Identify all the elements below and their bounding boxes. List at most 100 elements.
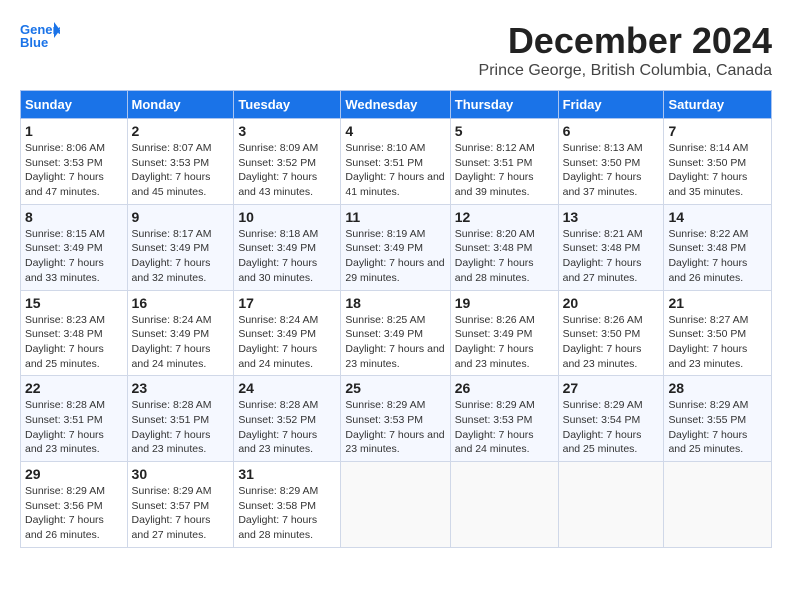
weekday-header-sunday: Sunday <box>21 91 128 119</box>
day-number: 18 <box>345 295 445 311</box>
weekday-header-monday: Monday <box>127 91 234 119</box>
calendar-cell: 20 Sunrise: 8:26 AMSunset: 3:50 PMDaylig… <box>558 290 664 376</box>
day-info: Sunrise: 8:28 AMSunset: 3:51 PMDaylight:… <box>132 399 212 455</box>
day-info: Sunrise: 8:29 AMSunset: 3:58 PMDaylight:… <box>238 485 318 541</box>
logo-icon: General Blue <box>20 20 60 50</box>
calendar-cell: 13 Sunrise: 8:21 AMSunset: 3:48 PMDaylig… <box>558 204 664 290</box>
day-info: Sunrise: 8:29 AMSunset: 3:54 PMDaylight:… <box>563 399 643 455</box>
day-info: Sunrise: 8:29 AMSunset: 3:57 PMDaylight:… <box>132 485 212 541</box>
day-info: Sunrise: 8:13 AMSunset: 3:50 PMDaylight:… <box>563 142 643 198</box>
day-number: 24 <box>238 380 336 396</box>
day-info: Sunrise: 8:25 AMSunset: 3:49 PMDaylight:… <box>345 314 444 370</box>
day-info: Sunrise: 8:22 AMSunset: 3:48 PMDaylight:… <box>668 228 748 284</box>
day-number: 14 <box>668 209 767 225</box>
calendar-cell <box>450 462 558 548</box>
day-number: 6 <box>563 123 660 139</box>
day-info: Sunrise: 8:26 AMSunset: 3:49 PMDaylight:… <box>455 314 535 370</box>
day-number: 17 <box>238 295 336 311</box>
calendar-cell: 28 Sunrise: 8:29 AMSunset: 3:55 PMDaylig… <box>664 376 772 462</box>
day-number: 3 <box>238 123 336 139</box>
day-number: 28 <box>668 380 767 396</box>
day-number: 23 <box>132 380 230 396</box>
calendar-cell: 11 Sunrise: 8:19 AMSunset: 3:49 PMDaylig… <box>341 204 450 290</box>
day-number: 31 <box>238 466 336 482</box>
logo: General Blue <box>20 20 60 50</box>
calendar-cell: 3 Sunrise: 8:09 AMSunset: 3:52 PMDayligh… <box>234 119 341 205</box>
day-number: 26 <box>455 380 554 396</box>
day-number: 1 <box>25 123 123 139</box>
calendar-cell: 16 Sunrise: 8:24 AMSunset: 3:49 PMDaylig… <box>127 290 234 376</box>
day-info: Sunrise: 8:09 AMSunset: 3:52 PMDaylight:… <box>238 142 318 198</box>
page-subtitle: Prince George, British Columbia, Canada <box>479 62 772 80</box>
calendar-cell: 18 Sunrise: 8:25 AMSunset: 3:49 PMDaylig… <box>341 290 450 376</box>
calendar-cell: 29 Sunrise: 8:29 AMSunset: 3:56 PMDaylig… <box>21 462 128 548</box>
calendar-cell: 23 Sunrise: 8:28 AMSunset: 3:51 PMDaylig… <box>127 376 234 462</box>
day-info: Sunrise: 8:24 AMSunset: 3:49 PMDaylight:… <box>238 314 318 370</box>
day-info: Sunrise: 8:29 AMSunset: 3:53 PMDaylight:… <box>345 399 444 455</box>
calendar-cell: 1 Sunrise: 8:06 AMSunset: 3:53 PMDayligh… <box>21 119 128 205</box>
day-info: Sunrise: 8:18 AMSunset: 3:49 PMDaylight:… <box>238 228 318 284</box>
day-number: 13 <box>563 209 660 225</box>
day-number: 8 <box>25 209 123 225</box>
day-info: Sunrise: 8:06 AMSunset: 3:53 PMDaylight:… <box>25 142 105 198</box>
calendar-cell <box>558 462 664 548</box>
header: General Blue December 2024 Prince George… <box>20 20 772 80</box>
calendar-cell: 10 Sunrise: 8:18 AMSunset: 3:49 PMDaylig… <box>234 204 341 290</box>
calendar-cell: 27 Sunrise: 8:29 AMSunset: 3:54 PMDaylig… <box>558 376 664 462</box>
calendar-cell: 15 Sunrise: 8:23 AMSunset: 3:48 PMDaylig… <box>21 290 128 376</box>
calendar-cell <box>664 462 772 548</box>
day-info: Sunrise: 8:19 AMSunset: 3:49 PMDaylight:… <box>345 228 444 284</box>
day-info: Sunrise: 8:29 AMSunset: 3:55 PMDaylight:… <box>668 399 748 455</box>
day-number: 11 <box>345 209 445 225</box>
day-number: 29 <box>25 466 123 482</box>
calendar-cell: 22 Sunrise: 8:28 AMSunset: 3:51 PMDaylig… <box>21 376 128 462</box>
calendar-cell: 5 Sunrise: 8:12 AMSunset: 3:51 PMDayligh… <box>450 119 558 205</box>
title-area: December 2024 Prince George, British Col… <box>479 20 772 80</box>
calendar-cell: 19 Sunrise: 8:26 AMSunset: 3:49 PMDaylig… <box>450 290 558 376</box>
calendar-week-row: 22 Sunrise: 8:28 AMSunset: 3:51 PMDaylig… <box>21 376 772 462</box>
day-info: Sunrise: 8:17 AMSunset: 3:49 PMDaylight:… <box>132 228 212 284</box>
calendar-cell: 12 Sunrise: 8:20 AMSunset: 3:48 PMDaylig… <box>450 204 558 290</box>
calendar-cell: 7 Sunrise: 8:14 AMSunset: 3:50 PMDayligh… <box>664 119 772 205</box>
calendar-cell: 25 Sunrise: 8:29 AMSunset: 3:53 PMDaylig… <box>341 376 450 462</box>
day-info: Sunrise: 8:29 AMSunset: 3:56 PMDaylight:… <box>25 485 105 541</box>
day-number: 4 <box>345 123 445 139</box>
calendar-cell: 4 Sunrise: 8:10 AMSunset: 3:51 PMDayligh… <box>341 119 450 205</box>
day-number: 5 <box>455 123 554 139</box>
day-info: Sunrise: 8:10 AMSunset: 3:51 PMDaylight:… <box>345 142 444 198</box>
calendar-cell: 8 Sunrise: 8:15 AMSunset: 3:49 PMDayligh… <box>21 204 128 290</box>
day-number: 12 <box>455 209 554 225</box>
day-info: Sunrise: 8:27 AMSunset: 3:50 PMDaylight:… <box>668 314 748 370</box>
calendar-cell: 14 Sunrise: 8:22 AMSunset: 3:48 PMDaylig… <box>664 204 772 290</box>
day-number: 15 <box>25 295 123 311</box>
day-info: Sunrise: 8:21 AMSunset: 3:48 PMDaylight:… <box>563 228 643 284</box>
calendar-cell: 31 Sunrise: 8:29 AMSunset: 3:58 PMDaylig… <box>234 462 341 548</box>
day-info: Sunrise: 8:28 AMSunset: 3:51 PMDaylight:… <box>25 399 105 455</box>
day-number: 30 <box>132 466 230 482</box>
day-number: 21 <box>668 295 767 311</box>
calendar-cell: 30 Sunrise: 8:29 AMSunset: 3:57 PMDaylig… <box>127 462 234 548</box>
day-number: 16 <box>132 295 230 311</box>
day-number: 25 <box>345 380 445 396</box>
day-info: Sunrise: 8:20 AMSunset: 3:48 PMDaylight:… <box>455 228 535 284</box>
day-info: Sunrise: 8:26 AMSunset: 3:50 PMDaylight:… <box>563 314 643 370</box>
calendar-cell: 2 Sunrise: 8:07 AMSunset: 3:53 PMDayligh… <box>127 119 234 205</box>
day-info: Sunrise: 8:28 AMSunset: 3:52 PMDaylight:… <box>238 399 318 455</box>
calendar-week-row: 15 Sunrise: 8:23 AMSunset: 3:48 PMDaylig… <box>21 290 772 376</box>
svg-text:Blue: Blue <box>20 35 48 50</box>
weekday-header-wednesday: Wednesday <box>341 91 450 119</box>
day-number: 2 <box>132 123 230 139</box>
calendar-header-row: SundayMondayTuesdayWednesdayThursdayFrid… <box>21 91 772 119</box>
day-info: Sunrise: 8:24 AMSunset: 3:49 PMDaylight:… <box>132 314 212 370</box>
page-title: December 2024 <box>479 20 772 62</box>
calendar-week-row: 29 Sunrise: 8:29 AMSunset: 3:56 PMDaylig… <box>21 462 772 548</box>
day-info: Sunrise: 8:29 AMSunset: 3:53 PMDaylight:… <box>455 399 535 455</box>
day-info: Sunrise: 8:07 AMSunset: 3:53 PMDaylight:… <box>132 142 212 198</box>
calendar-week-row: 1 Sunrise: 8:06 AMSunset: 3:53 PMDayligh… <box>21 119 772 205</box>
day-number: 10 <box>238 209 336 225</box>
calendar-cell: 17 Sunrise: 8:24 AMSunset: 3:49 PMDaylig… <box>234 290 341 376</box>
day-number: 27 <box>563 380 660 396</box>
weekday-header-tuesday: Tuesday <box>234 91 341 119</box>
day-number: 9 <box>132 209 230 225</box>
day-number: 22 <box>25 380 123 396</box>
